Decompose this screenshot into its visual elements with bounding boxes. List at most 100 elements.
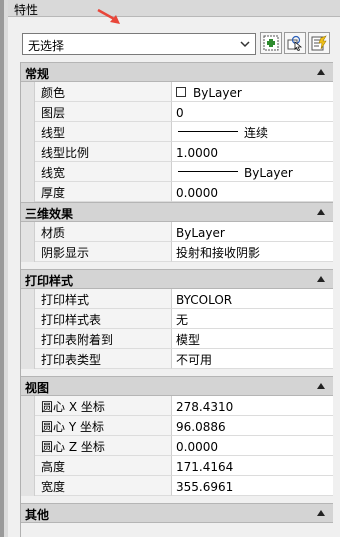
row-gutter — [21, 329, 35, 349]
property-value-plot-style[interactable]: BYCOLOR — [172, 289, 333, 309]
property-row-plot-style-table[interactable]: 打印样式表 无 — [21, 309, 333, 329]
property-value-text: 模型 — [176, 333, 201, 347]
toggle-pickadd-button[interactable] — [260, 32, 282, 54]
property-value-text: 0.0000 — [176, 185, 218, 200]
property-row-center-x[interactable]: 圆心 X 坐标 278.4310 — [21, 396, 333, 416]
property-row-plot-table-type[interactable]: 打印表类型 不可用 — [21, 349, 333, 369]
quick-select-icon — [311, 35, 327, 51]
property-label: 圆心 Y 坐标 — [35, 416, 172, 436]
row-gutter — [21, 349, 35, 369]
property-value-text: 1.0000 — [176, 145, 218, 160]
color-swatch-icon — [176, 86, 186, 97]
property-row-thickness[interactable]: 厚度 0.0000 — [21, 182, 333, 202]
property-label: 材质 — [35, 222, 172, 242]
section-title: 其他 — [25, 508, 50, 522]
collapse-arrow-icon[interactable] — [317, 275, 325, 283]
section-plot-style[interactable]: 打印样式 — [21, 269, 333, 289]
property-value-text: 278.4310 — [176, 399, 234, 414]
property-row-color[interactable]: 颜色 ByLayer — [21, 82, 333, 102]
red-arrow-icon — [97, 8, 120, 24]
property-label: 打印样式表 — [35, 309, 172, 329]
row-gutter — [21, 162, 35, 182]
property-row-linetype[interactable]: 线型 连续 — [21, 122, 333, 142]
property-row-linetype-scale[interactable]: 线型比例 1.0000 — [21, 142, 333, 162]
property-value-thickness[interactable]: 0.0000 — [172, 182, 333, 202]
property-row-material[interactable]: 材质 ByLayer — [21, 222, 333, 242]
property-value-plot-table-type[interactable]: 不可用 — [172, 349, 333, 369]
property-label: 阴影显示 — [35, 242, 172, 262]
collapse-arrow-icon[interactable] — [317, 382, 325, 390]
property-value-center-y[interactable]: 96.0886 — [172, 416, 333, 436]
property-value-linetype-scale[interactable]: 1.0000 — [172, 142, 333, 162]
palette-grip[interactable] — [4, 0, 8, 537]
property-label: 线型 — [35, 122, 172, 142]
property-label: 宽度 — [35, 476, 172, 496]
section-title: 打印样式 — [25, 274, 74, 288]
property-value-text: ByLayer — [193, 85, 242, 100]
property-row-layer[interactable]: 图层 0 — [21, 102, 333, 122]
properties-grid: 常规 颜色 ByLayer 图层 0 线型 连续 线型比例 1.0000 线宽 … — [20, 62, 333, 537]
row-gutter — [21, 309, 35, 329]
property-label: 线宽 — [35, 162, 172, 182]
property-value-lineweight[interactable]: ByLayer — [172, 162, 333, 182]
section-title: 三维效果 — [25, 207, 74, 221]
row-gutter — [21, 416, 35, 436]
property-value-plot-table-attached[interactable]: 模型 — [172, 329, 333, 349]
row-gutter — [21, 396, 35, 416]
section-title: 常规 — [25, 67, 50, 81]
property-value-material[interactable]: ByLayer — [172, 222, 333, 242]
section-general[interactable]: 常规 — [21, 62, 333, 82]
property-row-lineweight[interactable]: 线宽 ByLayer — [21, 162, 333, 182]
property-row-center-z[interactable]: 圆心 Z 坐标 0.0000 — [21, 436, 333, 456]
property-row-width[interactable]: 宽度 355.6961 — [21, 476, 333, 496]
property-label: 厚度 — [35, 182, 172, 202]
property-label: 圆心 Z 坐标 — [35, 436, 172, 456]
property-row-plot-table-attached[interactable]: 打印表附着到 模型 — [21, 329, 333, 349]
row-gutter — [21, 289, 35, 309]
property-value-linetype[interactable]: 连续 — [172, 122, 333, 142]
property-value-layer[interactable]: 0 — [172, 102, 333, 122]
chevron-down-icon — [240, 41, 250, 48]
property-value-text: ByLayer — [244, 165, 293, 180]
collapse-arrow-icon[interactable] — [317, 208, 325, 216]
linetype-preview-icon — [178, 131, 238, 132]
palette-titlebar[interactable]: 特性 — [8, 0, 340, 17]
palette-title: 特性 — [14, 3, 39, 17]
property-value-height[interactable]: 171.4164 — [172, 456, 333, 476]
property-value-text: BYCOLOR — [176, 292, 233, 307]
property-value-center-z[interactable]: 0.0000 — [172, 436, 333, 456]
collapse-arrow-icon[interactable] — [317, 509, 325, 517]
section-view[interactable]: 视图 — [21, 376, 333, 396]
quick-select-button[interactable] — [308, 32, 330, 54]
property-value-color[interactable]: ByLayer — [172, 82, 333, 102]
object-type-dropdown[interactable]: 无选择 — [22, 33, 256, 55]
property-row-shadow-display[interactable]: 阴影显示 投射和接收阴影 — [21, 242, 333, 262]
property-value-text: 不可用 — [176, 353, 213, 367]
lineweight-preview-icon — [178, 171, 238, 172]
collapse-arrow-icon[interactable] — [317, 68, 325, 76]
property-value-text: 0 — [176, 105, 184, 120]
property-value-plot-style-table[interactable]: 无 — [172, 309, 333, 329]
row-gutter — [21, 182, 35, 202]
row-gutter — [21, 122, 35, 142]
property-label: 图层 — [35, 102, 172, 122]
property-label: 线型比例 — [35, 142, 172, 162]
property-value-text: 171.4164 — [176, 459, 234, 474]
select-objects-button[interactable] — [284, 32, 306, 54]
property-value-shadow-display[interactable]: 投射和接收阴影 — [172, 242, 333, 262]
section-title: 视图 — [25, 381, 50, 395]
property-label: 打印样式 — [35, 289, 172, 309]
property-value-text: ByLayer — [176, 225, 225, 240]
property-row-plot-style[interactable]: 打印样式 BYCOLOR — [21, 289, 333, 309]
section-misc[interactable]: 其他 — [21, 503, 333, 523]
row-gutter — [21, 242, 35, 262]
property-label: 圆心 X 坐标 — [35, 396, 172, 416]
row-gutter — [21, 476, 35, 496]
property-value-center-x[interactable]: 278.4310 — [172, 396, 333, 416]
row-gutter — [21, 82, 35, 102]
property-row-height[interactable]: 高度 171.4164 — [21, 456, 333, 476]
property-label: 高度 — [35, 456, 172, 476]
property-value-width[interactable]: 355.6961 — [172, 476, 333, 496]
section-3d-effects[interactable]: 三维效果 — [21, 202, 333, 222]
property-row-center-y[interactable]: 圆心 Y 坐标 96.0886 — [21, 416, 333, 436]
